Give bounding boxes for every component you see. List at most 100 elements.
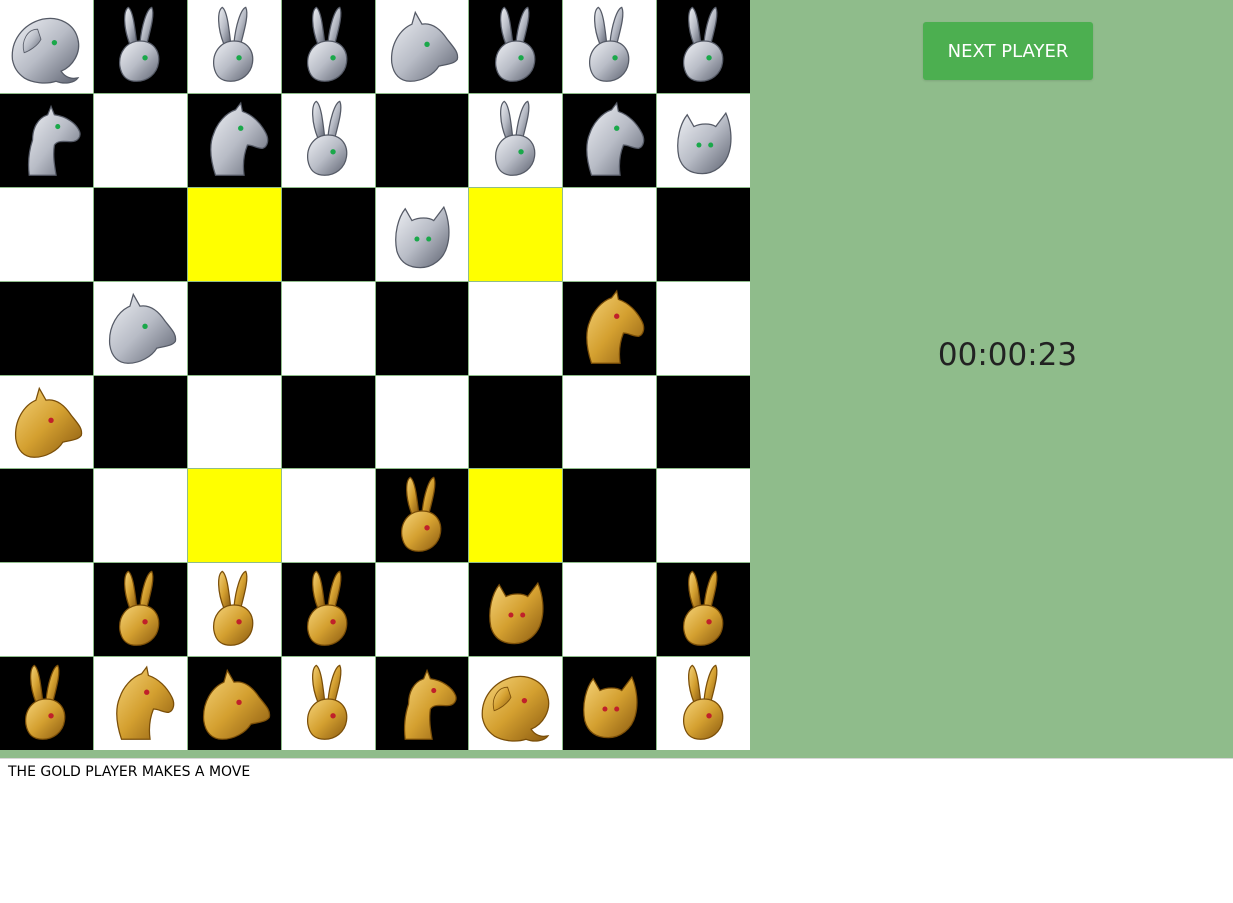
board-square[interactable] bbox=[93, 281, 187, 375]
board-square[interactable] bbox=[469, 0, 563, 93]
board-square[interactable] bbox=[375, 657, 469, 750]
board-square[interactable] bbox=[93, 657, 187, 750]
board-square[interactable] bbox=[657, 563, 750, 657]
board-square[interactable] bbox=[657, 281, 750, 375]
board-square[interactable] bbox=[469, 657, 563, 750]
board-square[interactable] bbox=[375, 93, 469, 187]
board-square[interactable] bbox=[187, 0, 281, 93]
gold-dog-icon[interactable] bbox=[4, 380, 88, 464]
board-square[interactable] bbox=[0, 93, 93, 187]
silver-rabbit-icon[interactable] bbox=[474, 98, 558, 182]
gold-cat-icon[interactable] bbox=[568, 662, 652, 746]
board-square[interactable] bbox=[563, 375, 657, 469]
board-square[interactable] bbox=[93, 187, 187, 281]
trap-square[interactable] bbox=[187, 187, 281, 281]
app-root: NEXT PLAYER 00:00:23 THE GOLD PLAYER MAK… bbox=[0, 0, 1233, 903]
board-square[interactable] bbox=[657, 375, 750, 469]
board-square[interactable] bbox=[187, 563, 281, 657]
board-square[interactable] bbox=[93, 0, 187, 93]
gold-elephant-icon[interactable] bbox=[474, 662, 558, 746]
next-player-button[interactable]: NEXT PLAYER bbox=[923, 22, 1093, 80]
gold-horse-icon[interactable] bbox=[98, 662, 182, 746]
board-square[interactable] bbox=[281, 375, 375, 469]
board-square[interactable] bbox=[375, 0, 469, 93]
gold-camel-icon[interactable] bbox=[380, 662, 464, 746]
trap-square[interactable] bbox=[469, 187, 563, 281]
board-square[interactable] bbox=[657, 187, 750, 281]
board-square[interactable] bbox=[93, 563, 187, 657]
silver-horse-icon[interactable] bbox=[568, 98, 652, 182]
board-square[interactable] bbox=[563, 93, 657, 187]
silver-dog-icon[interactable] bbox=[380, 4, 464, 88]
gold-rabbit-icon[interactable] bbox=[662, 662, 746, 746]
trap-square[interactable] bbox=[187, 469, 281, 563]
board-square[interactable] bbox=[563, 469, 657, 563]
board-square[interactable] bbox=[0, 657, 93, 750]
silver-rabbit-icon[interactable] bbox=[568, 4, 652, 88]
silver-elephant-icon[interactable] bbox=[4, 4, 88, 88]
board-square[interactable] bbox=[469, 563, 563, 657]
board-square[interactable] bbox=[187, 375, 281, 469]
board-square[interactable] bbox=[657, 0, 750, 93]
board-square[interactable] bbox=[93, 93, 187, 187]
board-square[interactable] bbox=[187, 657, 281, 750]
board-square[interactable] bbox=[0, 281, 93, 375]
board-square[interactable] bbox=[375, 563, 469, 657]
board-square[interactable] bbox=[563, 281, 657, 375]
gold-rabbit-icon[interactable] bbox=[286, 568, 370, 652]
board-square[interactable] bbox=[469, 281, 563, 375]
board-square[interactable] bbox=[657, 469, 750, 563]
silver-dog-icon[interactable] bbox=[98, 286, 182, 370]
silver-rabbit-icon[interactable] bbox=[662, 4, 746, 88]
board-square[interactable] bbox=[375, 281, 469, 375]
trap-square[interactable] bbox=[469, 469, 563, 563]
silver-horse-icon[interactable] bbox=[192, 98, 276, 182]
gold-rabbit-icon[interactable] bbox=[380, 474, 464, 558]
board-square[interactable] bbox=[281, 657, 375, 750]
board-square[interactable] bbox=[563, 657, 657, 750]
board-square[interactable] bbox=[563, 187, 657, 281]
board-square[interactable] bbox=[375, 187, 469, 281]
board-square[interactable] bbox=[657, 657, 750, 750]
silver-cat-icon[interactable] bbox=[380, 192, 464, 276]
silver-rabbit-icon[interactable] bbox=[98, 4, 182, 88]
board-square[interactable] bbox=[375, 375, 469, 469]
gold-cat-icon[interactable] bbox=[474, 568, 558, 652]
gold-horse-icon[interactable] bbox=[568, 286, 652, 370]
gold-rabbit-icon[interactable] bbox=[192, 568, 276, 652]
silver-rabbit-icon[interactable] bbox=[474, 4, 558, 88]
board-square[interactable] bbox=[375, 469, 469, 563]
board-square[interactable] bbox=[657, 93, 750, 187]
board-square[interactable] bbox=[563, 563, 657, 657]
board-square[interactable] bbox=[281, 93, 375, 187]
gold-rabbit-icon[interactable] bbox=[4, 662, 88, 746]
board-square[interactable] bbox=[281, 0, 375, 93]
game-timer: 00:00:23 bbox=[937, 337, 1078, 373]
board-square[interactable] bbox=[93, 375, 187, 469]
board-square[interactable] bbox=[469, 375, 563, 469]
board-square[interactable] bbox=[563, 0, 657, 93]
silver-rabbit-icon[interactable] bbox=[286, 98, 370, 182]
board-square[interactable] bbox=[281, 187, 375, 281]
board-square[interactable] bbox=[0, 469, 93, 563]
board-square[interactable] bbox=[0, 375, 93, 469]
board-square[interactable] bbox=[0, 563, 93, 657]
board-square[interactable] bbox=[187, 93, 281, 187]
board-square[interactable] bbox=[469, 93, 563, 187]
status-message: THE GOLD PLAYER MAKES A MOVE bbox=[8, 764, 251, 780]
gold-rabbit-icon[interactable] bbox=[662, 568, 746, 652]
board-square[interactable] bbox=[187, 281, 281, 375]
gold-rabbit-icon[interactable] bbox=[286, 662, 370, 746]
silver-rabbit-icon[interactable] bbox=[192, 4, 276, 88]
gold-dog-icon[interactable] bbox=[192, 662, 276, 746]
board-square[interactable] bbox=[281, 281, 375, 375]
board-square[interactable] bbox=[0, 187, 93, 281]
silver-rabbit-icon[interactable] bbox=[286, 4, 370, 88]
board-square[interactable] bbox=[281, 469, 375, 563]
silver-cat-icon[interactable] bbox=[662, 98, 746, 182]
gold-rabbit-icon[interactable] bbox=[98, 568, 182, 652]
silver-camel-icon[interactable] bbox=[4, 98, 88, 182]
board-square[interactable] bbox=[93, 469, 187, 563]
board-square[interactable] bbox=[0, 0, 93, 93]
board-square[interactable] bbox=[281, 563, 375, 657]
